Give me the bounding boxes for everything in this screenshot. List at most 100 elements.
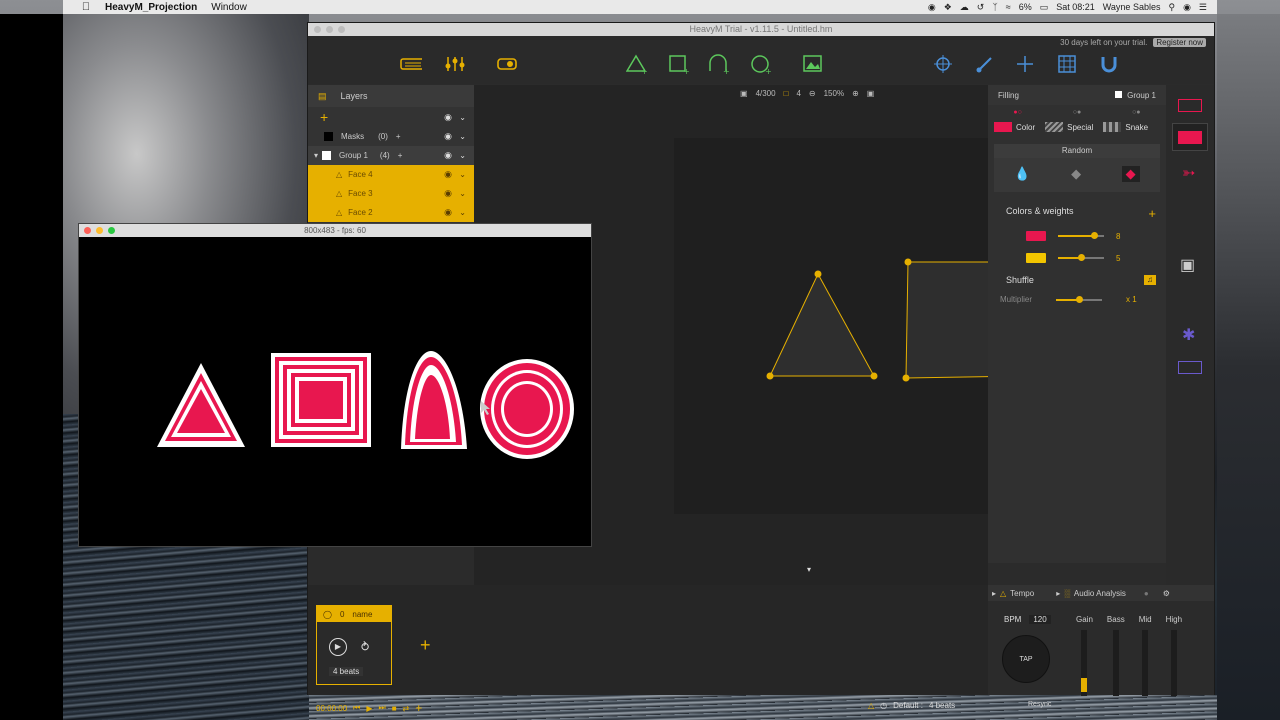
add-icon[interactable]: + (398, 151, 403, 160)
resync-button[interactable]: Resync (1028, 701, 1051, 708)
spotlight-icon[interactable]: ⚲ (1168, 2, 1175, 13)
weight-slider[interactable] (1058, 254, 1104, 261)
transition-icon[interactable] (1178, 361, 1202, 374)
layer-row-face-3[interactable]: △ Face 3 ◉ ⌄ (308, 184, 474, 203)
eye-all-icon[interactable]: ◉ (444, 112, 452, 123)
sparkle-icon[interactable]: ✱ (1182, 325, 1195, 345)
default-value[interactable]: 4 beats (929, 701, 955, 710)
arch-tool-icon[interactable]: + (708, 54, 730, 74)
toggle-special[interactable]: ○● (1073, 109, 1081, 116)
record-icon[interactable]: ◉ (928, 2, 936, 13)
drop-gradient-icon[interactable]: ◆ (1071, 166, 1081, 182)
audio-toggle[interactable]: ● (1144, 589, 1149, 598)
toggle-color[interactable]: ●○ (1013, 109, 1021, 116)
toggle-snake[interactable]: ○● (1132, 109, 1140, 116)
minimize-button[interactable] (96, 227, 103, 234)
play-icon[interactable]: ▶ (366, 704, 372, 713)
expand-icon[interactable]: ▸ (992, 589, 996, 598)
expand-icon[interactable]: ▾ (314, 151, 318, 160)
color-swatch[interactable] (1026, 253, 1046, 263)
canvas-collapse-handle[interactable]: ▾ (784, 565, 834, 577)
image-tool-icon[interactable] (802, 54, 824, 74)
rect-fill-icon[interactable] (1172, 123, 1208, 151)
add-cue-icon[interactable]: + (420, 635, 431, 656)
stop-icon[interactable]: ■ (392, 704, 397, 713)
tab-snake[interactable]: Snake (1103, 122, 1148, 132)
dropbox-icon[interactable]: ❖ (944, 2, 952, 13)
add-icon[interactable]: + (396, 132, 401, 141)
chevron-down-icon[interactable]: ⌄ (459, 132, 466, 141)
zoom-button[interactable] (108, 227, 115, 234)
chevron-down-icon[interactable]: ⌄ (459, 189, 466, 198)
loop-icon[interactable]: ⥁ (361, 640, 369, 654)
multiplier-slider[interactable] (1056, 295, 1103, 303)
drop-red-icon[interactable]: ◆ (1121, 166, 1140, 182)
grid-icon[interactable] (1056, 54, 1078, 74)
vertex-handle[interactable] (814, 270, 822, 278)
eye-icon[interactable]: ◉ (444, 207, 452, 218)
cue-name[interactable]: name (352, 610, 372, 619)
bpm-value[interactable]: 120 (1029, 615, 1051, 624)
window-menu[interactable]: Window (211, 2, 247, 13)
next-icon[interactable]: ⏭ (379, 703, 386, 713)
apple-icon[interactable]:  (77, 1, 95, 13)
chevron-down-icon[interactable]: ⌄ (459, 170, 466, 179)
fit-icon[interactable]: ▣ (867, 89, 875, 98)
play-icon[interactable]: ▶ (329, 638, 347, 656)
vertex-handle[interactable] (904, 258, 912, 266)
notification-center-icon[interactable]: ☰ (1199, 2, 1207, 13)
tempo-label[interactable]: Tempo (1010, 589, 1034, 598)
eye-icon[interactable]: ◉ (444, 169, 452, 180)
cloud-icon[interactable]: ☁ (960, 2, 969, 13)
chevron-down-icon[interactable]: ⌄ (459, 208, 466, 217)
clock[interactable]: Sat 08:21 (1056, 2, 1095, 12)
layer-row-group-1[interactable]: ▾ Group 1 (4) + ◉ ⌄ (308, 146, 474, 165)
square-tool-icon[interactable]: + (668, 54, 690, 74)
vertex-handle[interactable] (902, 374, 910, 382)
effect-icon[interactable]: ➳ (1182, 163, 1195, 183)
user-name[interactable]: Wayne Sables (1103, 2, 1161, 12)
add-color-icon[interactable]: + (1148, 206, 1156, 221)
canvas-triangle-face[interactable] (769, 272, 875, 377)
vertex-handle[interactable] (766, 372, 774, 380)
close-button[interactable] (84, 227, 91, 234)
battery-icon[interactable]: ▭ (1040, 2, 1049, 13)
zoom-button[interactable] (338, 26, 345, 33)
audio-label[interactable]: Audio Analysis (1074, 589, 1126, 598)
mixer-icon[interactable] (444, 54, 466, 74)
prev-icon[interactable]: ⏮ (353, 703, 360, 713)
minimize-button[interactable] (326, 26, 333, 33)
app-menu[interactable]: HeavyM_Projection (105, 2, 197, 13)
layer-row-face-2[interactable]: △ Face 2 ◉ ⌄ (308, 203, 474, 222)
keyboard-icon[interactable] (400, 54, 422, 74)
time-machine-icon[interactable]: ↺ (977, 2, 985, 13)
gain-slider[interactable] (1081, 630, 1088, 696)
color-swatch[interactable] (1026, 231, 1046, 241)
eye-icon[interactable]: ◉ (444, 188, 452, 199)
wifi-icon[interactable]: ≈ (1006, 2, 1011, 12)
crosshair-icon[interactable] (1014, 54, 1036, 74)
bluetooth-icon[interactable]: ᛉ (992, 2, 997, 12)
vertex-handle[interactable] (870, 372, 878, 380)
tap-button[interactable]: TAP (1002, 635, 1050, 683)
checkbox-icon[interactable] (1114, 90, 1122, 98)
expand-icon[interactable]: ▸ (1056, 589, 1060, 598)
siri-icon[interactable]: ◉ (1183, 2, 1191, 13)
magnet-icon[interactable] (1098, 54, 1120, 74)
brush-icon[interactable] (974, 54, 996, 74)
add-icon[interactable]: + (415, 701, 422, 715)
triangle-tool-icon[interactable]: + (626, 54, 648, 74)
cue-card[interactable]: ◯ 0 name ▶ ⥁ 4 beats (316, 605, 392, 685)
toggle-icon[interactable]: ◯ (323, 610, 332, 619)
zoom-in-icon[interactable]: ⊕ (852, 89, 859, 98)
gear-icon[interactable]: ⚙ (1163, 589, 1170, 598)
zoom-out-icon[interactable]: ⊖ (809, 89, 816, 98)
tab-color[interactable]: Color (994, 122, 1035, 132)
cue-beats[interactable]: 4 beats (329, 667, 364, 676)
eye-icon[interactable]: ◉ (444, 131, 452, 142)
add-layer-icon[interactable]: + (320, 109, 328, 125)
weight-slider[interactable] (1058, 232, 1104, 239)
eye-icon[interactable]: ◉ (444, 150, 452, 161)
tab-special[interactable]: Special (1045, 122, 1093, 132)
close-button[interactable] (314, 26, 321, 33)
